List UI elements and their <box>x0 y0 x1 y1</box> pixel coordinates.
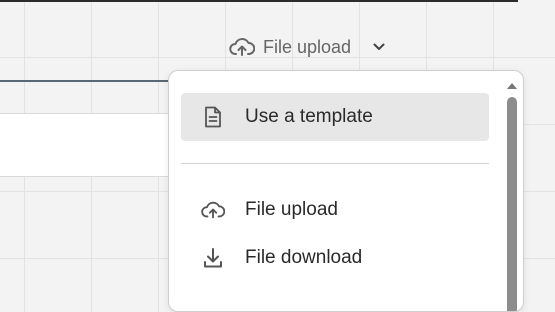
menu-divider <box>181 163 489 164</box>
menu-item-file-upload[interactable]: File upload <box>181 186 489 234</box>
scroll-up-arrow-icon[interactable] <box>506 77 518 95</box>
menu-item-label: File download <box>245 247 363 268</box>
content-panel <box>0 113 172 177</box>
chevron-down-icon <box>373 43 385 51</box>
cloud-upload-icon <box>201 198 225 222</box>
menu-scrollbar[interactable] <box>505 75 519 311</box>
menu-item-label: File upload <box>245 199 338 220</box>
file-upload-dropdown-button[interactable]: File upload <box>229 33 385 61</box>
scrollbar-thumb[interactable] <box>507 97 517 311</box>
file-upload-label: File upload <box>263 36 352 57</box>
menu-item-file-download[interactable]: File download <box>181 234 489 282</box>
download-icon <box>201 246 225 270</box>
menu-item-use-template[interactable]: Use a template <box>181 93 489 141</box>
content-divider-line <box>0 80 170 82</box>
menu-item-label: Use a template <box>245 106 373 127</box>
document-icon <box>201 105 225 129</box>
file-dropdown-menu: Use a template File upload File download <box>168 70 524 312</box>
top-border-line <box>0 0 518 2</box>
cloud-upload-icon <box>229 37 255 57</box>
